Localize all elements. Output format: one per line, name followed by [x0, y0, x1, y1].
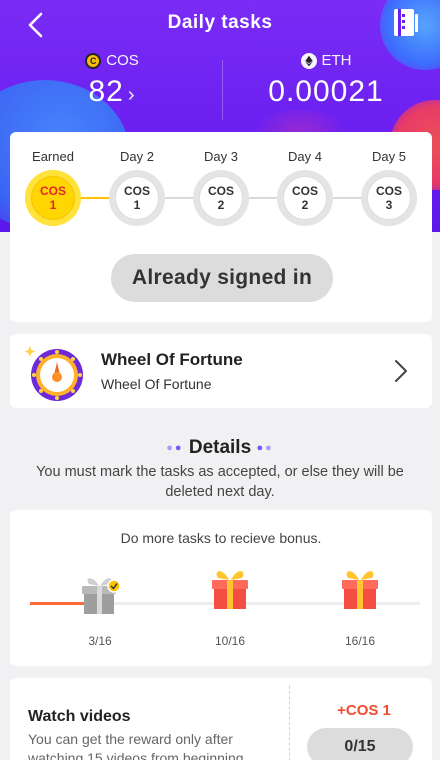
- coin-amount: 1: [133, 198, 141, 212]
- milestone-label: 3/16: [88, 634, 112, 648]
- checkin-coin-day-2: COS 1: [109, 170, 165, 226]
- coin-name: COS: [207, 184, 234, 198]
- checkin-coin-day-5: COS 3: [361, 170, 417, 226]
- track-earned: [80, 197, 110, 199]
- task-reward: +COS 1: [337, 702, 391, 719]
- bonus-card: Do more tasks to recieve bonus. 3/16 10/…: [10, 510, 432, 666]
- gift-box-icon[interactable]: [78, 570, 122, 616]
- cos-label-text: COS: [106, 52, 139, 69]
- watch-videos-task-card: Watch videos You can get the reward only…: [10, 678, 432, 760]
- checkin-coin-day-1: COS 1: [25, 170, 81, 226]
- chevron-right-icon: [395, 360, 407, 382]
- coin-amount: 2: [217, 198, 225, 212]
- milestone-label: 16/16: [344, 634, 376, 648]
- day-label: Day 4: [288, 149, 322, 164]
- task-title: Watch videos: [28, 708, 131, 725]
- checkin-day-labels: Earned Day 2 Day 3 Day 4 Day 5: [10, 149, 432, 169]
- checkin-card: Earned Day 2 Day 3 Day 4 Day 5 COS 1 COS 1…: [10, 132, 432, 322]
- coin-name: COS: [123, 184, 150, 198]
- task-progress-button[interactable]: 0/15: [307, 728, 413, 760]
- fortune-wheel-icon: [24, 346, 83, 401]
- details-heading-text: Details: [188, 437, 252, 458]
- eth-balance-label: ETH: [226, 52, 426, 69]
- task-divider: [289, 686, 290, 760]
- milestone-label: 10/16: [214, 634, 246, 648]
- checkin-coin-row: COS 1 COS 1 COS 2 COS 2 COS 3: [10, 168, 432, 228]
- ethereum-icon: [300, 52, 317, 69]
- wheel-title: Wheel Of Fortune: [101, 350, 243, 369]
- chevron-right-icon: ›: [127, 84, 136, 106]
- eth-label-text: ETH: [321, 52, 352, 69]
- cos-balance-value: 82 ›: [12, 75, 212, 109]
- coin-amount: 2: [301, 198, 309, 212]
- wheel-subtitle: Wheel Of Fortune: [101, 376, 212, 392]
- coin-amount: 3: [385, 198, 393, 212]
- eth-balance-value: 0.00021: [268, 75, 384, 108]
- coin-name: COS: [375, 184, 402, 198]
- coin-amount: 1: [49, 198, 57, 212]
- checkin-coin-day-4: COS 2: [277, 170, 333, 226]
- details-text: You must mark the tasks as accepted, or …: [36, 464, 404, 500]
- details-heading: ●● Details ●●: [0, 437, 440, 459]
- day-label: Day 5: [372, 149, 406, 164]
- coin-name: COS: [39, 184, 66, 198]
- coin-name: COS: [291, 184, 318, 198]
- dots-decoration: ●●: [166, 441, 184, 454]
- book-icon: [394, 9, 418, 36]
- gift-box-icon[interactable]: [208, 564, 252, 610]
- eth-balance: ETH 0.00021: [226, 52, 426, 109]
- gift-box-icon[interactable]: [338, 564, 382, 610]
- cos-coin-icon: C: [85, 52, 102, 69]
- balance-divider: [222, 60, 223, 120]
- page-title: Daily tasks: [167, 12, 273, 33]
- dots-decoration: ●●: [256, 441, 274, 454]
- day-label: Day 3: [204, 149, 238, 164]
- checkin-coin-day-3: COS 2: [193, 170, 249, 226]
- wheel-of-fortune-card[interactable]: Wheel Of Fortune Wheel Of Fortune: [10, 334, 432, 408]
- day-label: Earned: [32, 149, 74, 164]
- cos-balance-label: C COS: [12, 52, 212, 69]
- already-signed-in-button[interactable]: Already signed in: [111, 254, 333, 302]
- task-description: You can get the reward only after watchi…: [28, 731, 244, 760]
- cos-balance[interactable]: C COS 82 ›: [12, 52, 212, 109]
- task-record-button[interactable]: [388, 6, 422, 40]
- bonus-message: Do more tasks to recieve bonus.: [120, 530, 322, 546]
- cos-value-text: 82: [88, 75, 124, 108]
- day-label: Day 2: [120, 149, 154, 164]
